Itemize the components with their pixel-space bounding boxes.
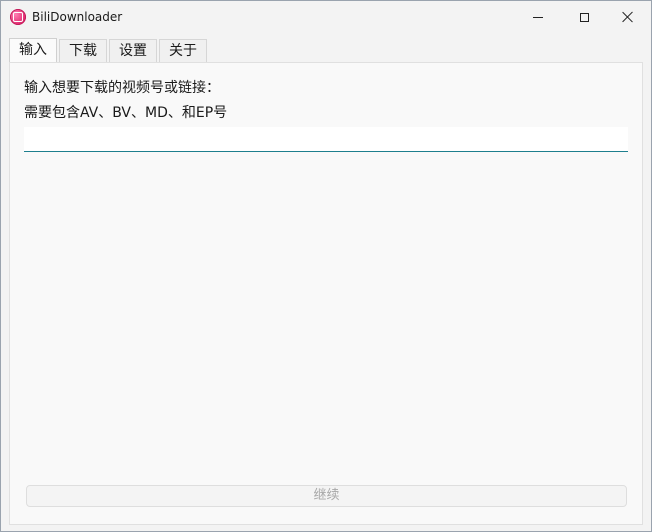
prompt-hint: 需要包含AV、BV、MD、和EP号	[24, 105, 228, 121]
tab-input[interactable]: 输入	[9, 38, 57, 63]
window-title: BiliDownloader	[32, 10, 123, 24]
app-window: BiliDownloader 输入 下载 设置 关于 输入想要下载的视频号或链接…	[0, 0, 652, 532]
video-id-input[interactable]	[24, 127, 628, 152]
tab-settings[interactable]: 设置	[109, 39, 157, 62]
tab-about[interactable]: 关于	[159, 39, 207, 62]
tab-download[interactable]: 下载	[59, 39, 107, 62]
continue-button[interactable]: 继续	[26, 485, 627, 507]
input-tab-panel: 输入想要下载的视频号或链接： 需要包含AV、BV、MD、和EP号 继续	[9, 62, 643, 525]
close-button[interactable]	[605, 1, 651, 33]
tab-bar: 输入 下载 设置 关于	[9, 38, 209, 63]
bili-app-icon	[10, 9, 26, 25]
minimize-button[interactable]	[515, 1, 561, 33]
maximize-button[interactable]	[561, 1, 607, 33]
title-bar[interactable]: BiliDownloader	[1, 1, 651, 33]
close-icon	[622, 11, 634, 23]
maximize-icon	[579, 12, 589, 22]
minimize-icon	[533, 16, 543, 18]
prompt-label: 输入想要下载的视频号或链接：	[24, 80, 220, 96]
